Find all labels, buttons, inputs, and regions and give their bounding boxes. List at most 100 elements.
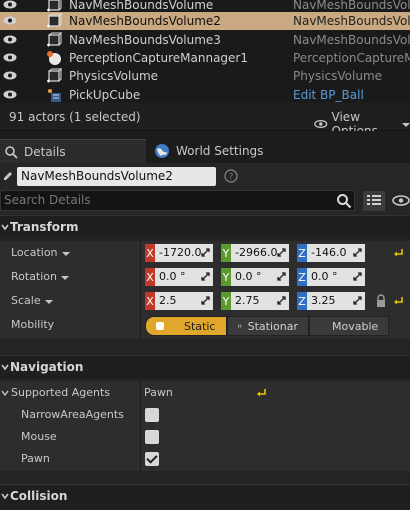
drag-arrow-icon bbox=[277, 248, 286, 257]
rotation-row: Rotation X 0.0 ° Y 0.0 ° Z 0.0 ° bbox=[0, 265, 410, 289]
chevron-down-icon bbox=[61, 251, 70, 256]
static-icon bbox=[156, 322, 164, 330]
agent-label: Pawn bbox=[21, 452, 50, 465]
location-z-field[interactable]: Z -146.0 bbox=[297, 244, 365, 262]
lightbulb-icon bbox=[238, 324, 242, 328]
visibility-eye-icon[interactable] bbox=[3, 16, 17, 25]
chevron-down-icon bbox=[44, 299, 53, 304]
edit-blueprint-link[interactable]: Edit BP_Ball bbox=[293, 88, 364, 102]
mobility-row: Mobility Static Stationar Movable bbox=[0, 313, 410, 339]
sphere-icon bbox=[47, 51, 61, 65]
world-outliner: NavMeshBoundsVolume NavMeshBoundsVol NavMe… bbox=[0, 0, 410, 103]
outliner-row[interactable]: NavMeshBoundsVolume3 NavMeshBoundsVol bbox=[0, 31, 410, 49]
pawn-checkbox[interactable] bbox=[145, 452, 159, 466]
actor-type: NavMeshBoundsVol bbox=[293, 0, 410, 12]
transform-title: Transform bbox=[10, 220, 79, 234]
pencil-icon bbox=[4, 172, 12, 180]
outliner-row[interactable]: PickUpCube Edit BP_Ball bbox=[0, 86, 410, 103]
navigation-section-header[interactable]: Navigation bbox=[0, 355, 410, 379]
details-header: NavMeshBoundsVolume2 ? Search Details bbox=[0, 163, 410, 215]
drag-arrow-icon bbox=[353, 272, 362, 281]
outliner-row[interactable]: PerceptionCaptureMannager1 PerceptionCapt… bbox=[0, 49, 410, 67]
magnifier-icon bbox=[5, 145, 18, 159]
outliner-row[interactable]: PhysicsVolume PhysicsVolume bbox=[0, 67, 410, 85]
property-matrix-icon[interactable] bbox=[363, 191, 385, 211]
visibility-eye-icon[interactable] bbox=[3, 71, 17, 80]
panel-tab-bar: Details World Settings bbox=[0, 131, 410, 163]
reset-to-default-icon[interactable] bbox=[256, 387, 267, 398]
drag-arrow-icon bbox=[201, 296, 210, 305]
narrowareaagents-checkbox[interactable] bbox=[145, 408, 159, 422]
reset-to-default-icon[interactable] bbox=[393, 295, 404, 306]
transform-section-header[interactable]: Transform bbox=[0, 215, 410, 239]
supported-agents-label: Supported Agents bbox=[11, 386, 111, 399]
visibility-eye-icon[interactable] bbox=[3, 35, 17, 44]
agent-row-mouse: Mouse bbox=[0, 425, 410, 449]
mobility-selector: Static Stationar Movable bbox=[145, 316, 389, 336]
mobility-label: Mobility bbox=[11, 318, 55, 331]
globe-icon bbox=[155, 144, 169, 158]
visibility-eye-icon[interactable] bbox=[3, 90, 17, 99]
chevron-down-icon bbox=[61, 275, 70, 280]
visibility-eye-icon[interactable] bbox=[3, 53, 17, 62]
drag-arrow-icon bbox=[353, 296, 362, 305]
supported-agents-row: Supported Agents Pawn bbox=[0, 381, 410, 405]
lock-icon[interactable] bbox=[375, 294, 387, 308]
actor-type: PhysicsVolume bbox=[293, 69, 383, 83]
actor-name: PerceptionCaptureMannager1 bbox=[69, 51, 248, 65]
scale-y-field[interactable]: Y 2.75 bbox=[221, 292, 289, 310]
agent-row-pawn: Pawn bbox=[0, 447, 410, 471]
actor-name: NavMeshBoundsVolume2 bbox=[69, 14, 221, 28]
tab-world-settings[interactable]: World Settings bbox=[150, 139, 270, 163]
location-y-field[interactable]: Y -2966.0 bbox=[221, 244, 289, 262]
mouse-checkbox[interactable] bbox=[145, 430, 159, 444]
chevron-down-icon[interactable] bbox=[1, 389, 9, 397]
location-label[interactable]: Location bbox=[11, 246, 70, 259]
search-details-input[interactable]: Search Details bbox=[0, 190, 355, 211]
drag-arrow-icon bbox=[353, 248, 362, 257]
scale-label[interactable]: Scale bbox=[11, 294, 53, 307]
chevron-down-icon bbox=[402, 123, 410, 127]
drag-arrow-icon bbox=[201, 248, 210, 257]
drag-arrow-icon bbox=[277, 296, 286, 305]
eye-icon[interactable] bbox=[392, 195, 410, 206]
actor-name-field[interactable]: NavMeshBoundsVolume2 bbox=[17, 167, 216, 186]
eye-icon bbox=[314, 119, 328, 129]
collision-section-header[interactable]: Collision bbox=[0, 484, 410, 510]
actor-name: NavMeshBoundsVolume3 bbox=[69, 33, 221, 47]
mobility-static-button[interactable]: Static bbox=[145, 316, 227, 336]
actor-name: PhysicsVolume bbox=[69, 69, 159, 83]
rotation-x-field[interactable]: X 0.0 ° bbox=[145, 268, 213, 286]
location-row: Location X -1720.0 Y -2966.0 Z -146.0 bbox=[0, 241, 410, 265]
rotation-z-field[interactable]: Z 0.0 ° bbox=[297, 268, 365, 286]
agent-row-narrowareaagents: NarrowAreaAgents bbox=[0, 403, 410, 427]
search-icon[interactable] bbox=[336, 193, 352, 209]
outliner-row[interactable]: NavMeshBoundsVolume2 NavMeshBoundsVol bbox=[0, 12, 410, 30]
chevron-down-icon bbox=[1, 224, 9, 231]
outliner-status-bar: 91 actors (1 selected) View Options bbox=[0, 103, 410, 138]
help-icon[interactable]: ? bbox=[224, 169, 238, 183]
mobility-stationary-button[interactable]: Stationar bbox=[227, 316, 309, 336]
reset-to-default-icon[interactable] bbox=[393, 247, 404, 258]
tab-world-settings-label: World Settings bbox=[176, 144, 264, 158]
drag-arrow-icon bbox=[201, 272, 210, 281]
chevron-down-icon bbox=[1, 493, 9, 500]
location-x-field[interactable]: X -1720.0 bbox=[145, 244, 213, 262]
scale-x-field[interactable]: X 2.5 bbox=[145, 292, 213, 310]
tab-details[interactable]: Details bbox=[0, 139, 146, 163]
actor-count-status: 91 actors (1 selected) bbox=[9, 110, 141, 124]
mobility-movable-button[interactable]: Movable bbox=[309, 316, 389, 336]
blueprint-icon bbox=[48, 89, 61, 102]
rotation-y-field[interactable]: Y 0.0 ° bbox=[221, 268, 289, 286]
actor-type: PerceptionCaptureM bbox=[293, 51, 410, 65]
cube-icon bbox=[47, 32, 62, 47]
rotation-label[interactable]: Rotation bbox=[11, 270, 70, 283]
tab-details-label: Details bbox=[24, 144, 66, 159]
cube-icon bbox=[47, 68, 62, 83]
actor-name: NavMeshBoundsVolume bbox=[69, 0, 214, 12]
actor-type: NavMeshBoundsVol bbox=[293, 14, 410, 28]
scale-z-field[interactable]: Z 3.25 bbox=[297, 292, 365, 310]
agent-label: Mouse bbox=[21, 430, 57, 443]
scale-row: Scale X 2.5 Y 2.75 Z 3.25 bbox=[0, 289, 410, 313]
visibility-eye-icon[interactable] bbox=[3, 0, 17, 9]
